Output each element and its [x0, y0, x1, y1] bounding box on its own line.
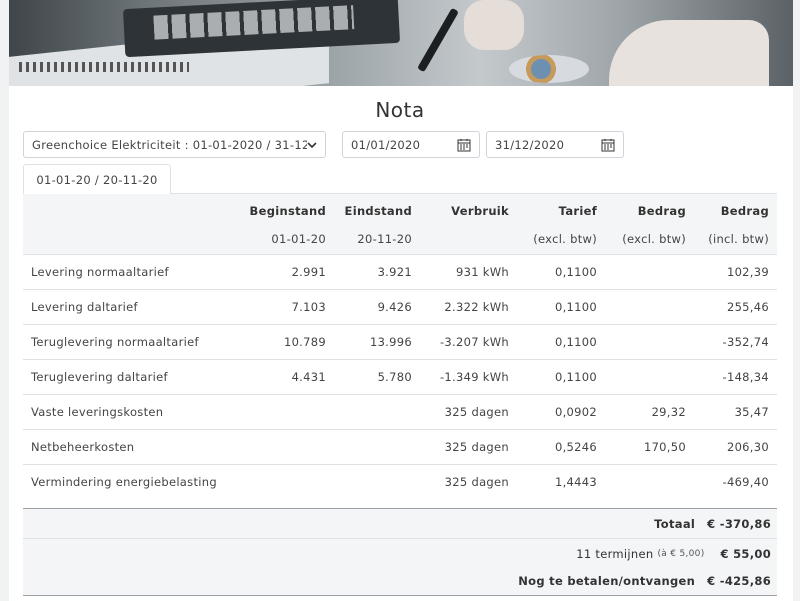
calendar-icon[interactable] — [457, 138, 471, 152]
row-label: Vermindering energiebelasting — [23, 463, 240, 499]
amount-incl: 102,39 — [694, 253, 777, 289]
contract-select[interactable]: Greenchoice Elektriciteit : 01-01-2020 /… — [23, 131, 326, 158]
begin-reading: 10.789 — [240, 323, 334, 359]
column-header: Bedrag (excl. btw) — [622, 204, 686, 246]
date-to-value: 31/12/2020 — [495, 137, 565, 152]
calendar-icon[interactable] — [601, 138, 615, 152]
column-header: Tarief (excl. btw) — [533, 204, 597, 246]
rate: 1,4443 — [517, 463, 605, 499]
begin-reading: 4.431 — [240, 358, 334, 394]
usage: 325 dagen — [420, 428, 517, 464]
rate: 0,1100 — [517, 288, 605, 324]
usage: 325 dagen — [420, 463, 517, 499]
row-label: Netbeheerkosten — [23, 428, 240, 464]
chevron-down-icon — [307, 141, 317, 148]
row-label: Teruglevering normaaltarief — [23, 323, 240, 359]
installments-value: € 55,00 — [720, 546, 771, 561]
table-row: Teruglevering normaaltarief 10.789 13.99… — [23, 323, 777, 359]
total-label: Totaal — [654, 516, 696, 531]
column-header: Bedrag (incl. btw) — [708, 204, 769, 246]
amount-incl: -469,40 — [694, 463, 777, 499]
usage: 931 kWh — [420, 253, 517, 289]
column-header: Beginstand 01-01-20 — [249, 204, 326, 246]
amount-excl: 170,50 — [605, 428, 694, 464]
table-row: Levering daltarief 7.103 9.426 2.322 kWh… — [23, 288, 777, 324]
column-header — [23, 194, 240, 254]
rate: 0,1100 — [517, 358, 605, 394]
amount-incl: -148,34 — [694, 358, 777, 394]
end-reading: 3.921 — [334, 253, 420, 289]
rate: 0,1100 — [517, 323, 605, 359]
column-header: Verbruik — [451, 204, 509, 218]
rate: 0,0902 — [517, 393, 605, 429]
row-label: Teruglevering daltarief — [23, 358, 240, 394]
rate: 0,1100 — [517, 253, 605, 289]
amount-excl — [605, 288, 694, 324]
end-reading: 9.426 — [334, 288, 420, 324]
invoice-table: Beginstand 01-01-20 Eindstand 20-11-20 Ver… — [23, 194, 777, 499]
table-row: Vaste leveringskosten 325 dagen 0,0902 2… — [23, 393, 777, 429]
installments-label: 11 termijnen — [576, 546, 654, 561]
amount-incl: 206,30 — [694, 428, 777, 464]
row-label: Vaste leveringskosten — [23, 393, 240, 429]
end-reading — [334, 428, 420, 464]
end-reading — [334, 393, 420, 429]
installments-detail: (à € 5,00) — [657, 548, 705, 559]
amount-incl: -352,74 — [694, 323, 777, 359]
amount-excl — [605, 463, 694, 499]
begin-reading: 2.991 — [240, 253, 334, 289]
date-to-input[interactable]: 31/12/2020 — [486, 131, 624, 158]
header-banner-image — [9, 0, 793, 86]
begin-reading: 7.103 — [240, 288, 334, 324]
balance-value: € -425,86 — [707, 573, 771, 588]
amount-incl: 255,46 — [694, 288, 777, 324]
amount-excl — [605, 358, 694, 394]
balance-label: Nog te betalen/ontvangen — [518, 573, 696, 588]
usage: -3.207 kWh — [420, 323, 517, 359]
row-label: Levering daltarief — [23, 288, 240, 324]
amount-excl: 29,32 — [605, 393, 694, 429]
amount-incl: 35,47 — [694, 393, 777, 429]
end-reading: 5.780 — [334, 358, 420, 394]
end-reading — [334, 463, 420, 499]
row-label: Levering normaaltarief — [23, 253, 240, 289]
date-from-input[interactable]: 01/01/2020 — [342, 131, 480, 158]
table-header: Beginstand 01-01-20 Eindstand 20-11-20 Ver… — [23, 194, 777, 254]
end-reading: 13.996 — [334, 323, 420, 359]
usage: -1.349 kWh — [420, 358, 517, 394]
begin-reading — [240, 463, 334, 499]
usage: 2.322 kWh — [420, 288, 517, 324]
tab-period[interactable]: 01-01-20 / 20-11-20 — [23, 164, 171, 194]
page-title: Nota — [375, 98, 425, 122]
begin-reading — [240, 393, 334, 429]
date-from-value: 01/01/2020 — [351, 137, 421, 152]
contract-select-value: Greenchoice Elektriciteit : 01-01-2020 /… — [32, 137, 307, 152]
begin-reading — [240, 428, 334, 464]
balance-row: Nog te betalen/ontvangen € -425,86 — [23, 566, 777, 596]
amount-excl — [605, 253, 694, 289]
column-header: Eindstand 20-11-20 — [344, 204, 412, 246]
table-row: Levering normaaltarief 2.991 3.921 931 k… — [23, 253, 777, 289]
table-row: Teruglevering daltarief 4.431 5.780 -1.3… — [23, 358, 777, 394]
table-row: Vermindering energiebelasting 325 dagen … — [23, 463, 777, 499]
amount-excl — [605, 323, 694, 359]
total-value: € -370,86 — [707, 516, 771, 531]
usage: 325 dagen — [420, 393, 517, 429]
total-row: Totaal € -370,86 — [23, 508, 777, 538]
installments-row: 11 termijnen (à € 5,00) € 55,00 — [23, 538, 777, 568]
rate: 0,5246 — [517, 428, 605, 464]
table-row: Netbeheerkosten 325 dagen 0,5246 170,50 … — [23, 428, 777, 464]
